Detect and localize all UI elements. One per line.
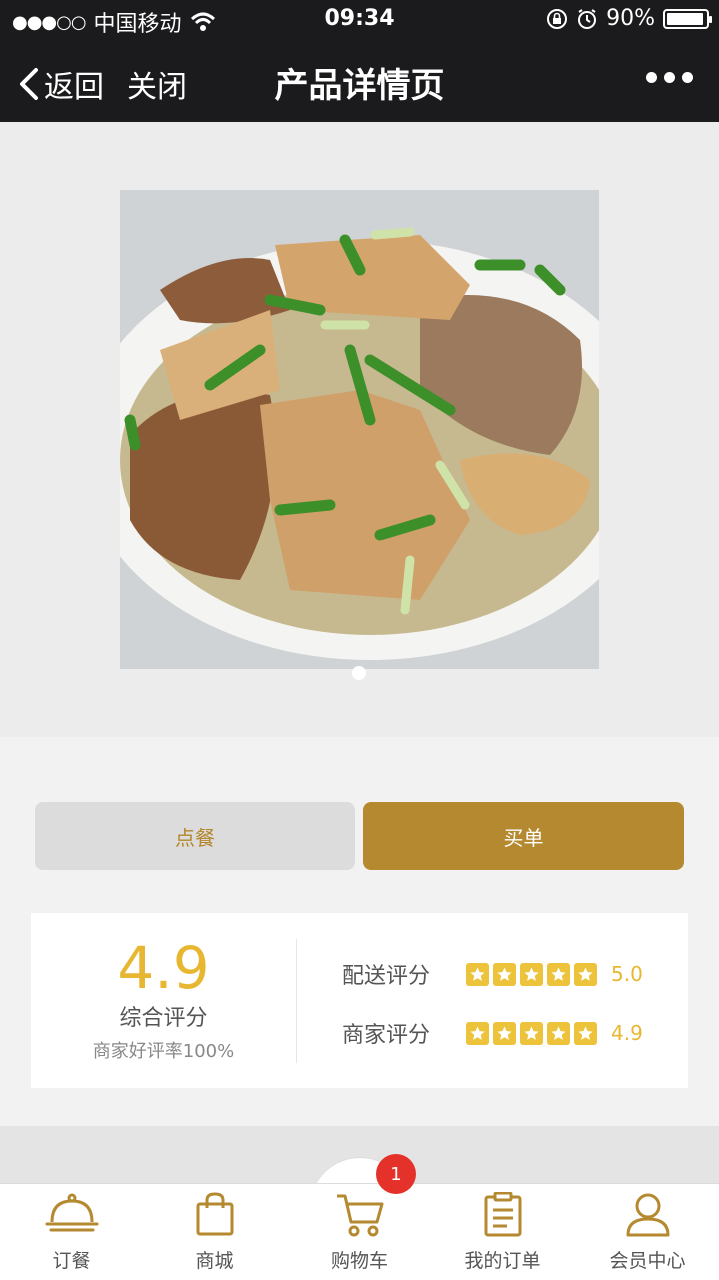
overall-score: 4.9 <box>117 934 210 1002</box>
order-button[interactable]: 点餐 <box>35 802 355 870</box>
merchant-rating-row: 商家评分 4.9 <box>342 1017 643 1049</box>
tab-my-orders-label: 我的订单 <box>464 1250 541 1272</box>
clipboard-icon <box>484 1192 521 1237</box>
rotation-lock-icon <box>547 8 568 29</box>
cart-count-badge: 1 <box>376 1154 416 1194</box>
user-icon <box>626 1193 669 1237</box>
tab-cart[interactable]: 购物车 <box>288 1184 431 1280</box>
tab-member-center-label: 会员中心 <box>609 1250 686 1272</box>
tab-cart-label: 购物车 <box>330 1250 388 1272</box>
product-photo <box>120 190 599 669</box>
bottom-tab-bar: 订餐 商城 购物车 我的订单 会员中心 <box>0 1183 719 1280</box>
more-dot-icon <box>664 72 675 83</box>
overall-score-label: 综合评分 <box>119 1006 208 1031</box>
tab-mall-label: 商城 <box>195 1250 234 1272</box>
star-icon <box>547 1021 570 1045</box>
merchant-stars <box>466 1021 597 1045</box>
tab-mall[interactable]: 商城 <box>143 1184 286 1280</box>
star-icon <box>574 962 597 986</box>
alarm-icon <box>578 8 597 29</box>
tab-member-center[interactable]: 会员中心 <box>576 1184 719 1280</box>
delivery-rating-row: 配送评分 5.0 <box>342 958 643 990</box>
star-icon <box>466 962 489 986</box>
star-icon <box>520 962 543 986</box>
more-dot-icon <box>682 72 693 83</box>
positive-rate: 商家好评率100% <box>92 1041 235 1062</box>
more-dot-icon <box>646 72 657 83</box>
shopping-bag-icon <box>196 1192 233 1236</box>
rating-card: 4.9 综合评分 商家好评率100% 配送评分 5.0 商家评分 4.9 <box>31 913 688 1088</box>
more-options-button[interactable] <box>646 72 693 83</box>
nav-bar: 返回 关闭 产品详情页 <box>0 40 719 122</box>
pay-button[interactable]: 买单 <box>363 802 684 870</box>
star-icon <box>547 962 570 986</box>
delivery-stars <box>466 962 597 986</box>
carousel-pager-dot[interactable] <box>352 666 366 680</box>
merchant-rating-label: 商家评分 <box>342 1023 431 1048</box>
product-image-carousel[interactable] <box>0 122 719 737</box>
star-icon <box>466 1021 489 1045</box>
battery-icon <box>663 8 712 29</box>
merchant-rating-value: 4.9 <box>611 1021 643 1045</box>
tab-order-food-label: 订餐 <box>52 1250 91 1272</box>
battery-percent: 90% <box>606 6 655 31</box>
cloche-icon <box>45 1193 98 1232</box>
delivery-rating-label: 配送评分 <box>342 964 431 989</box>
status-bar: ●●●○○ 中国移动 09:34 90% <box>0 0 719 40</box>
divider <box>296 939 297 1063</box>
delivery-rating-value: 5.0 <box>611 962 643 986</box>
cart-icon <box>336 1194 383 1237</box>
star-icon <box>493 1021 516 1045</box>
tab-order-food[interactable]: 订餐 <box>0 1184 143 1280</box>
page-title: 产品详情页 <box>274 66 445 106</box>
star-icon <box>574 1021 597 1045</box>
tab-my-orders[interactable]: 我的订单 <box>431 1184 574 1280</box>
top-bar: ●●●○○ 中国移动 09:34 90% 返回 关闭 产品详情页 <box>0 0 719 122</box>
star-icon <box>493 962 516 986</box>
star-icon <box>520 1021 543 1045</box>
